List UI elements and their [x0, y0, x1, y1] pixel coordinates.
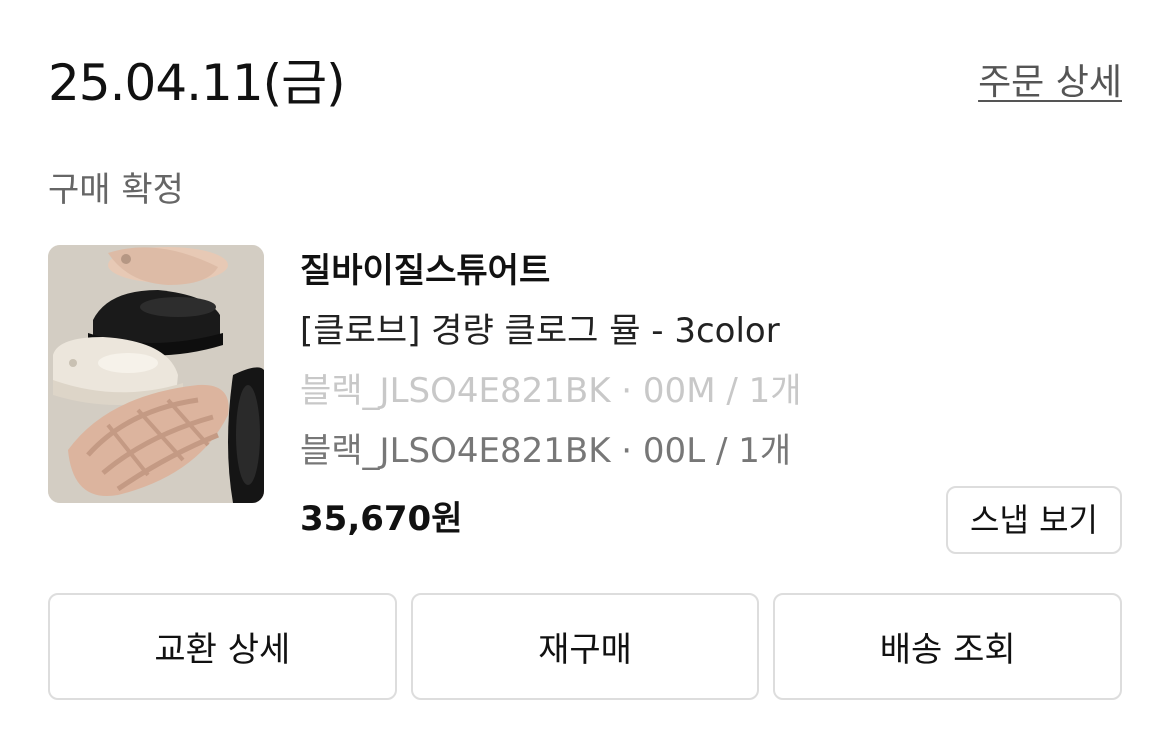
snap-view-button[interactable]: 스냅 보기	[946, 486, 1122, 554]
product-option: 블랙_JLSO4E821BK · 00M / 1개	[300, 371, 802, 411]
product-price: 35,670원	[300, 499, 463, 539]
order-date: 25.04.11(금)	[48, 54, 346, 112]
track-delivery-button[interactable]: 배송 조회	[773, 593, 1123, 700]
product-option: 블랙_JLSO4E821BK · 00L / 1개	[300, 431, 792, 471]
order-detail-link[interactable]: 주문 상세	[978, 60, 1122, 106]
product-name[interactable]: [클로브] 경량 클로그 뮬 - 3color	[300, 309, 780, 353]
brand-name[interactable]: 질바이질스튜어트	[300, 249, 550, 293]
product-image[interactable]	[48, 245, 264, 503]
repurchase-button[interactable]: 재구매	[410, 593, 760, 700]
exchange-detail-button[interactable]: 교환 상세	[48, 593, 397, 700]
order-status: 구매 확정	[48, 170, 184, 210]
order-actions: 교환 상세 재구매 배송 조회	[48, 593, 1123, 700]
